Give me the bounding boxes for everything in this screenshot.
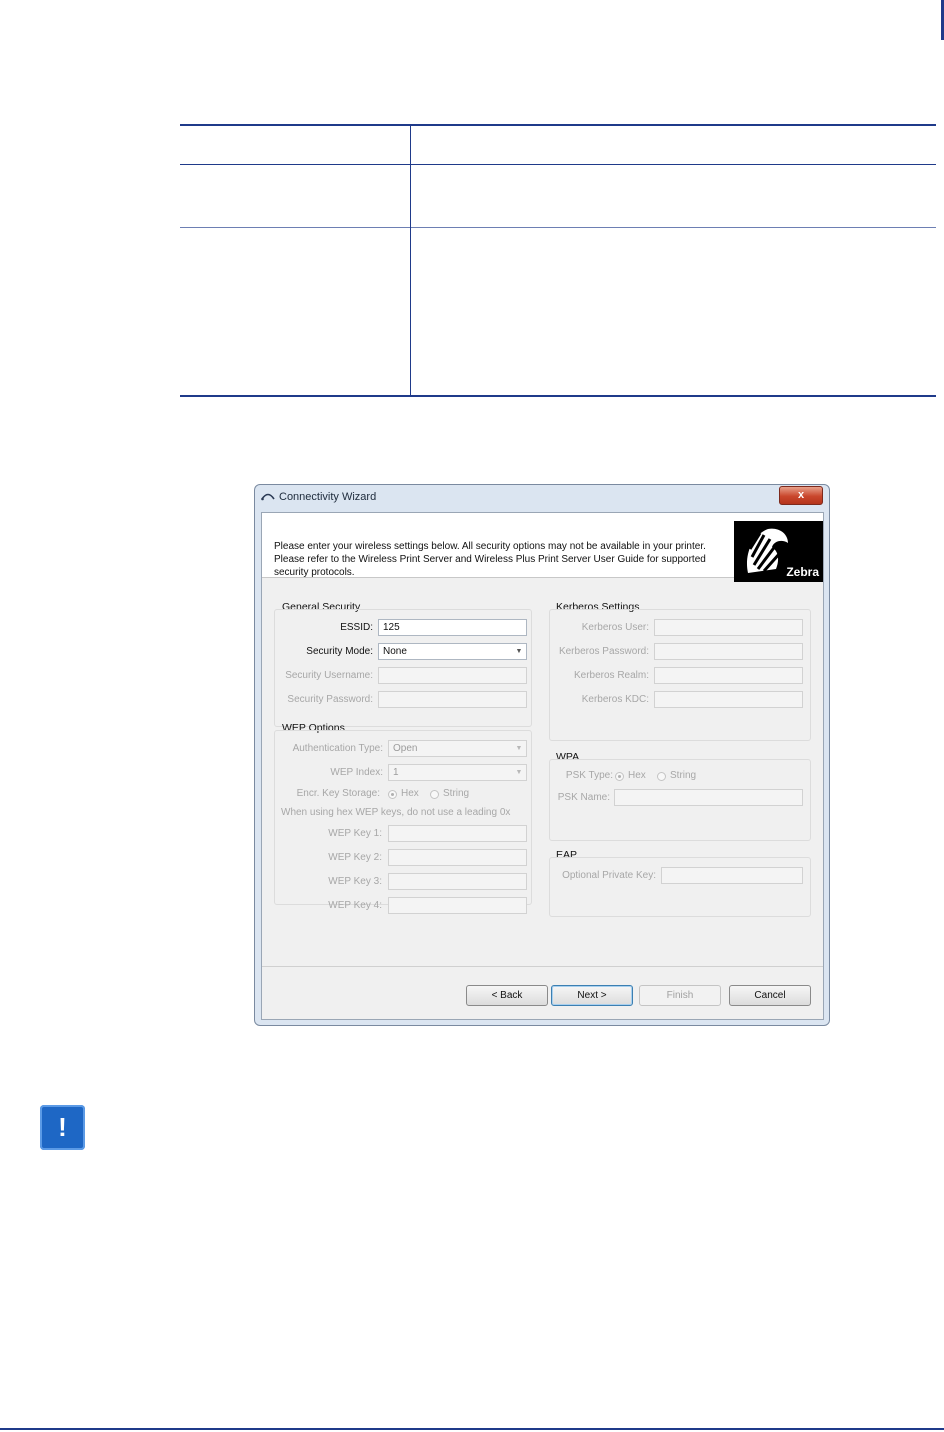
footer-divider — [262, 966, 823, 967]
table-row-rule — [180, 227, 936, 228]
wep-key2-label: WEP Key 2: — [328, 852, 382, 863]
essid-input[interactable]: 125 — [378, 619, 527, 636]
wep-string-radio[interactable] — [430, 790, 439, 799]
wep-hex-label: Hex — [401, 788, 419, 799]
zebra-logo: Zebra — [734, 521, 823, 582]
table-column-divider — [410, 124, 411, 396]
private-key-input[interactable] — [661, 867, 803, 884]
wep-index-value: 1 — [393, 767, 399, 778]
wep-key1-label: WEP Key 1: — [328, 828, 382, 839]
title-bar[interactable]: Connectivity Wizard x — [255, 485, 829, 511]
table-header-rule — [180, 164, 936, 165]
kerberos-kdc-label: Kerberos KDC: — [581, 694, 649, 705]
eap-group — [549, 857, 811, 917]
security-mode-select[interactable]: None ▼ — [378, 643, 527, 660]
table-top-rule — [180, 124, 936, 126]
window-title: Connectivity Wizard — [279, 491, 377, 503]
kerberos-password-label: Kerberos Password: — [558, 646, 649, 657]
psk-name-label: PSK Name: — [557, 792, 610, 803]
important-icon: ! — [40, 1105, 85, 1150]
wpa-string-radio[interactable] — [657, 772, 666, 781]
wep-key1-input[interactable] — [388, 825, 527, 842]
chevron-down-icon: ▼ — [515, 769, 523, 776]
kerberos-password-input[interactable] — [654, 643, 803, 660]
page-bottom-rule — [0, 1428, 944, 1430]
security-mode-value: None — [383, 646, 407, 657]
wizard-icon — [261, 493, 275, 501]
table-bottom-rule — [180, 395, 936, 397]
wpa-string-label: String — [670, 770, 697, 781]
zebra-head-icon — [746, 528, 788, 573]
private-key-label: Optional Private Key: — [562, 870, 656, 881]
kerberos-realm-input[interactable] — [654, 667, 803, 684]
chevron-down-icon: ▼ — [515, 648, 523, 655]
auth-type-label: Authentication Type: — [292, 743, 383, 754]
dialog-client-area: Please enter your wireless settings belo… — [261, 512, 824, 1020]
security-password-input[interactable] — [378, 691, 527, 708]
kerberos-user-input[interactable] — [654, 619, 803, 636]
close-button[interactable]: x — [779, 486, 823, 505]
cancel-button[interactable]: Cancel — [729, 985, 811, 1006]
kerberos-realm-label: Kerberos Realm: — [573, 670, 649, 681]
auth-type-value: Open — [393, 743, 418, 754]
wep-hex-radio[interactable] — [388, 790, 397, 799]
encr-key-storage-label: Encr. Key Storage: — [296, 788, 380, 799]
wep-key2-input[interactable] — [388, 849, 527, 866]
wep-key3-label: WEP Key 3: — [328, 876, 382, 887]
wep-index-select[interactable]: 1 ▼ — [388, 764, 527, 781]
finish-button[interactable]: Finish — [639, 985, 721, 1006]
logo-text: Zebra — [786, 565, 819, 579]
wep-key4-label: WEP Key 4: — [328, 900, 382, 911]
wpa-hex-radio[interactable] — [615, 772, 624, 781]
kerberos-kdc-input[interactable] — [654, 691, 803, 708]
back-button[interactable]: < Back — [466, 985, 548, 1006]
psk-name-input[interactable] — [614, 789, 803, 806]
wep-key3-input[interactable] — [388, 873, 527, 890]
chevron-down-icon: ▼ — [515, 745, 523, 752]
header-band: Please enter your wireless settings belo… — [262, 513, 823, 582]
connectivity-wizard-window: Connectivity Wizard x Please enter your … — [254, 484, 830, 1026]
wep-string-label: String — [443, 788, 470, 799]
kerberos-user-label: Kerberos User: — [581, 622, 649, 633]
intro-text: Please enter your wireless settings belo… — [274, 541, 706, 578]
essid-label: ESSID: — [340, 622, 373, 633]
security-password-label: Security Password: — [287, 694, 373, 705]
wep-key4-input[interactable] — [388, 897, 527, 914]
security-mode-label: Security Mode: — [306, 646, 373, 657]
wep-index-label: WEP Index: — [330, 767, 383, 778]
next-button[interactable]: Next > — [551, 985, 633, 1006]
auth-type-select[interactable]: Open ▼ — [388, 740, 527, 757]
security-username-label: Security Username: — [285, 670, 373, 681]
security-username-input[interactable] — [378, 667, 527, 684]
psk-type-label: PSK Type: — [565, 770, 613, 781]
wep-hint: When using hex WEP keys, do not use a le… — [281, 807, 511, 818]
wpa-hex-label: Hex — [628, 770, 646, 781]
